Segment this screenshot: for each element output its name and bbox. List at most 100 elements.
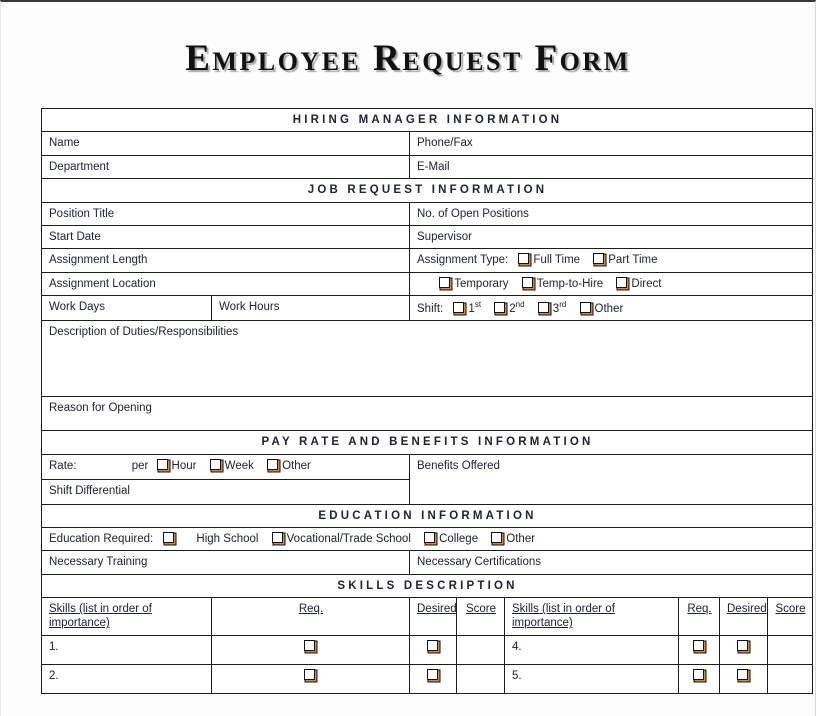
checkbox-icon[interactable] — [426, 639, 438, 651]
band-education: Education Information — [40, 503, 814, 528]
checkbox-icon[interactable] — [537, 301, 549, 313]
checkbox-label: Vocational/Trade School — [286, 532, 411, 545]
column-header-text: Score — [775, 603, 806, 616]
skill-score-cell-right[interactable] — [766, 663, 814, 694]
row-assignment-length-type: Assignment Length Assignment Type: Full … — [41, 248, 814, 273]
band-hiring-manager: Hiring Manager Information — [40, 107, 814, 133]
field-assignment-length[interactable]: Assignment Length — [41, 248, 410, 273]
skill-desired-checkbox-cell-left[interactable] — [409, 634, 457, 665]
skill-score-cell-right[interactable] — [766, 634, 814, 665]
checkbox-icon[interactable] — [424, 531, 436, 543]
skill-req-checkbox-cell-left[interactable] — [211, 634, 410, 665]
column-header-score-left: Score — [456, 597, 505, 636]
checkbox-option-rate-week[interactable]: Week — [209, 458, 254, 473]
field-benefits-offered[interactable]: Benefits Offered — [408, 453, 814, 505]
checkbox-icon[interactable] — [267, 458, 279, 470]
column-header-skills-right: Skills (list in order of importance) — [504, 597, 679, 636]
field-position-title[interactable]: Position Title — [41, 201, 410, 226]
checkbox-option-shift-2[interactable]: 2nd — [493, 300, 525, 316]
skill-number-left[interactable]: 2. — [41, 663, 212, 694]
checkbox-option-college[interactable]: College — [423, 531, 479, 546]
column-header-text: Desired — [727, 603, 767, 616]
checkbox-icon[interactable] — [304, 639, 315, 651]
skill-number-right[interactable]: 5. — [504, 663, 679, 694]
checkbox-option-shift-other[interactable]: Other — [579, 301, 623, 316]
skills-header-row: Skills (list in order of importance) Req… — [41, 597, 814, 636]
checkbox-icon[interactable] — [593, 253, 605, 265]
field-name[interactable]: Name — [41, 131, 410, 156]
checkbox-option-high-school[interactable]: High School — [162, 531, 258, 546]
field-necessary-certifications[interactable]: Necessary Certifications — [408, 550, 814, 575]
checkbox-option-rate-hour[interactable]: Hour — [156, 458, 196, 473]
field-duties-description[interactable]: Description of Duties/Responsibilities — [40, 320, 814, 398]
skill-score-cell-left[interactable] — [456, 663, 505, 694]
checkbox-icon[interactable] — [494, 301, 506, 313]
field-reason-for-opening[interactable]: Reason for Opening — [40, 396, 814, 432]
checkbox-icon[interactable] — [737, 639, 748, 651]
checkbox-option-vocational[interactable]: Vocational/Trade School — [271, 531, 411, 546]
skill-req-checkbox-cell-left[interactable] — [211, 663, 410, 694]
form-page: Employee Request Form Hiring Manager Inf… — [0, 0, 816, 716]
field-start-date[interactable]: Start Date — [41, 224, 410, 250]
column-header-text: Desired — [417, 603, 457, 616]
checkbox-icon[interactable] — [453, 301, 465, 313]
checkbox-icon[interactable] — [209, 458, 221, 470]
checkbox-option-part-time[interactable]: Part Time — [592, 253, 657, 267]
table-row: 1. 4. — [41, 634, 814, 665]
checkbox-option-temp-to-hire[interactable]: Temp-to-Hire — [521, 276, 603, 291]
checkbox-icon[interactable] — [271, 531, 283, 543]
skill-number-right[interactable]: 4. — [504, 634, 679, 665]
checkbox-icon[interactable] — [491, 531, 503, 543]
field-assignment-location[interactable]: Assignment Location — [41, 271, 410, 297]
field-work-hours[interactable]: Work Hours — [211, 294, 410, 322]
skill-desired-checkbox-cell-left[interactable] — [409, 663, 457, 694]
field-shift-differential[interactable]: Shift Differential — [41, 478, 410, 505]
shift-label: Shift: — [417, 302, 444, 315]
field-supervisor[interactable]: Supervisor — [408, 224, 814, 250]
checkbox-icon[interactable] — [304, 668, 315, 680]
skill-req-checkbox-cell-right[interactable] — [678, 663, 720, 694]
section-band-education-row: Education Information — [40, 503, 814, 528]
checkbox-icon[interactable] — [692, 668, 704, 680]
employee-request-form-table: Hiring Manager Information Name Phone/Fa… — [40, 107, 814, 694]
checkbox-option-direct[interactable]: Direct — [615, 276, 661, 291]
checkbox-icon[interactable] — [518, 253, 530, 265]
checkbox-label: College — [439, 532, 479, 545]
checkbox-option-education-other[interactable]: Other — [490, 531, 535, 546]
field-department[interactable]: Department — [41, 154, 410, 180]
checkbox-icon[interactable] — [737, 668, 748, 680]
field-phone-fax[interactable]: Phone/Fax — [408, 131, 814, 156]
field-necessary-training[interactable]: Necessary Training — [41, 550, 410, 575]
skill-number-left[interactable]: 1. — [41, 634, 212, 665]
table-row: 2. 5. — [41, 663, 814, 694]
checkbox-icon[interactable] — [163, 531, 175, 543]
skill-desired-checkbox-cell-right[interactable] — [719, 663, 768, 694]
checkbox-icon[interactable] — [521, 276, 533, 288]
checkbox-icon[interactable] — [616, 276, 628, 288]
skill-score-cell-left[interactable] — [456, 634, 505, 665]
row-rate-benefits: Rate: per Hour Week Other Benefits Offer… — [41, 453, 814, 505]
checkbox-icon[interactable] — [439, 276, 451, 288]
checkbox-option-temporary[interactable]: Temporary — [438, 276, 509, 291]
row-startdate-supervisor: Start Date Supervisor — [41, 224, 814, 250]
skill-desired-checkbox-cell-right[interactable] — [719, 634, 768, 665]
section-band-hiring-manager-row: Hiring Manager Information — [40, 107, 814, 133]
checkbox-icon[interactable] — [156, 458, 168, 470]
checkbox-option-full-time[interactable]: Full Time — [517, 253, 580, 267]
field-email[interactable]: E-Mail — [408, 154, 814, 180]
checkbox-icon[interactable] — [579, 301, 591, 313]
checkbox-icon[interactable] — [692, 639, 704, 651]
skill-req-checkbox-cell-right[interactable] — [678, 634, 720, 665]
section-band-job-request-row: Job Request Information — [40, 178, 814, 203]
checkbox-label: Week — [224, 459, 254, 472]
checkbox-option-rate-other[interactable]: Other — [266, 458, 311, 473]
checkbox-icon[interactable] — [426, 668, 438, 680]
field-work-days[interactable]: Work Days — [41, 294, 212, 322]
form-table-wrapper: Hiring Manager Information Name Phone/Fa… — [40, 107, 814, 694]
ordinal-suffix: rd — [559, 300, 567, 309]
column-header-text: Skills (list in order of importance) — [49, 603, 152, 630]
checkbox-option-shift-1[interactable]: 1st — [452, 300, 481, 316]
checkbox-option-shift-3[interactable]: 3rd — [537, 300, 567, 316]
field-open-positions[interactable]: No. of Open Positions — [408, 201, 814, 226]
ordinal-suffix: st — [474, 300, 482, 309]
